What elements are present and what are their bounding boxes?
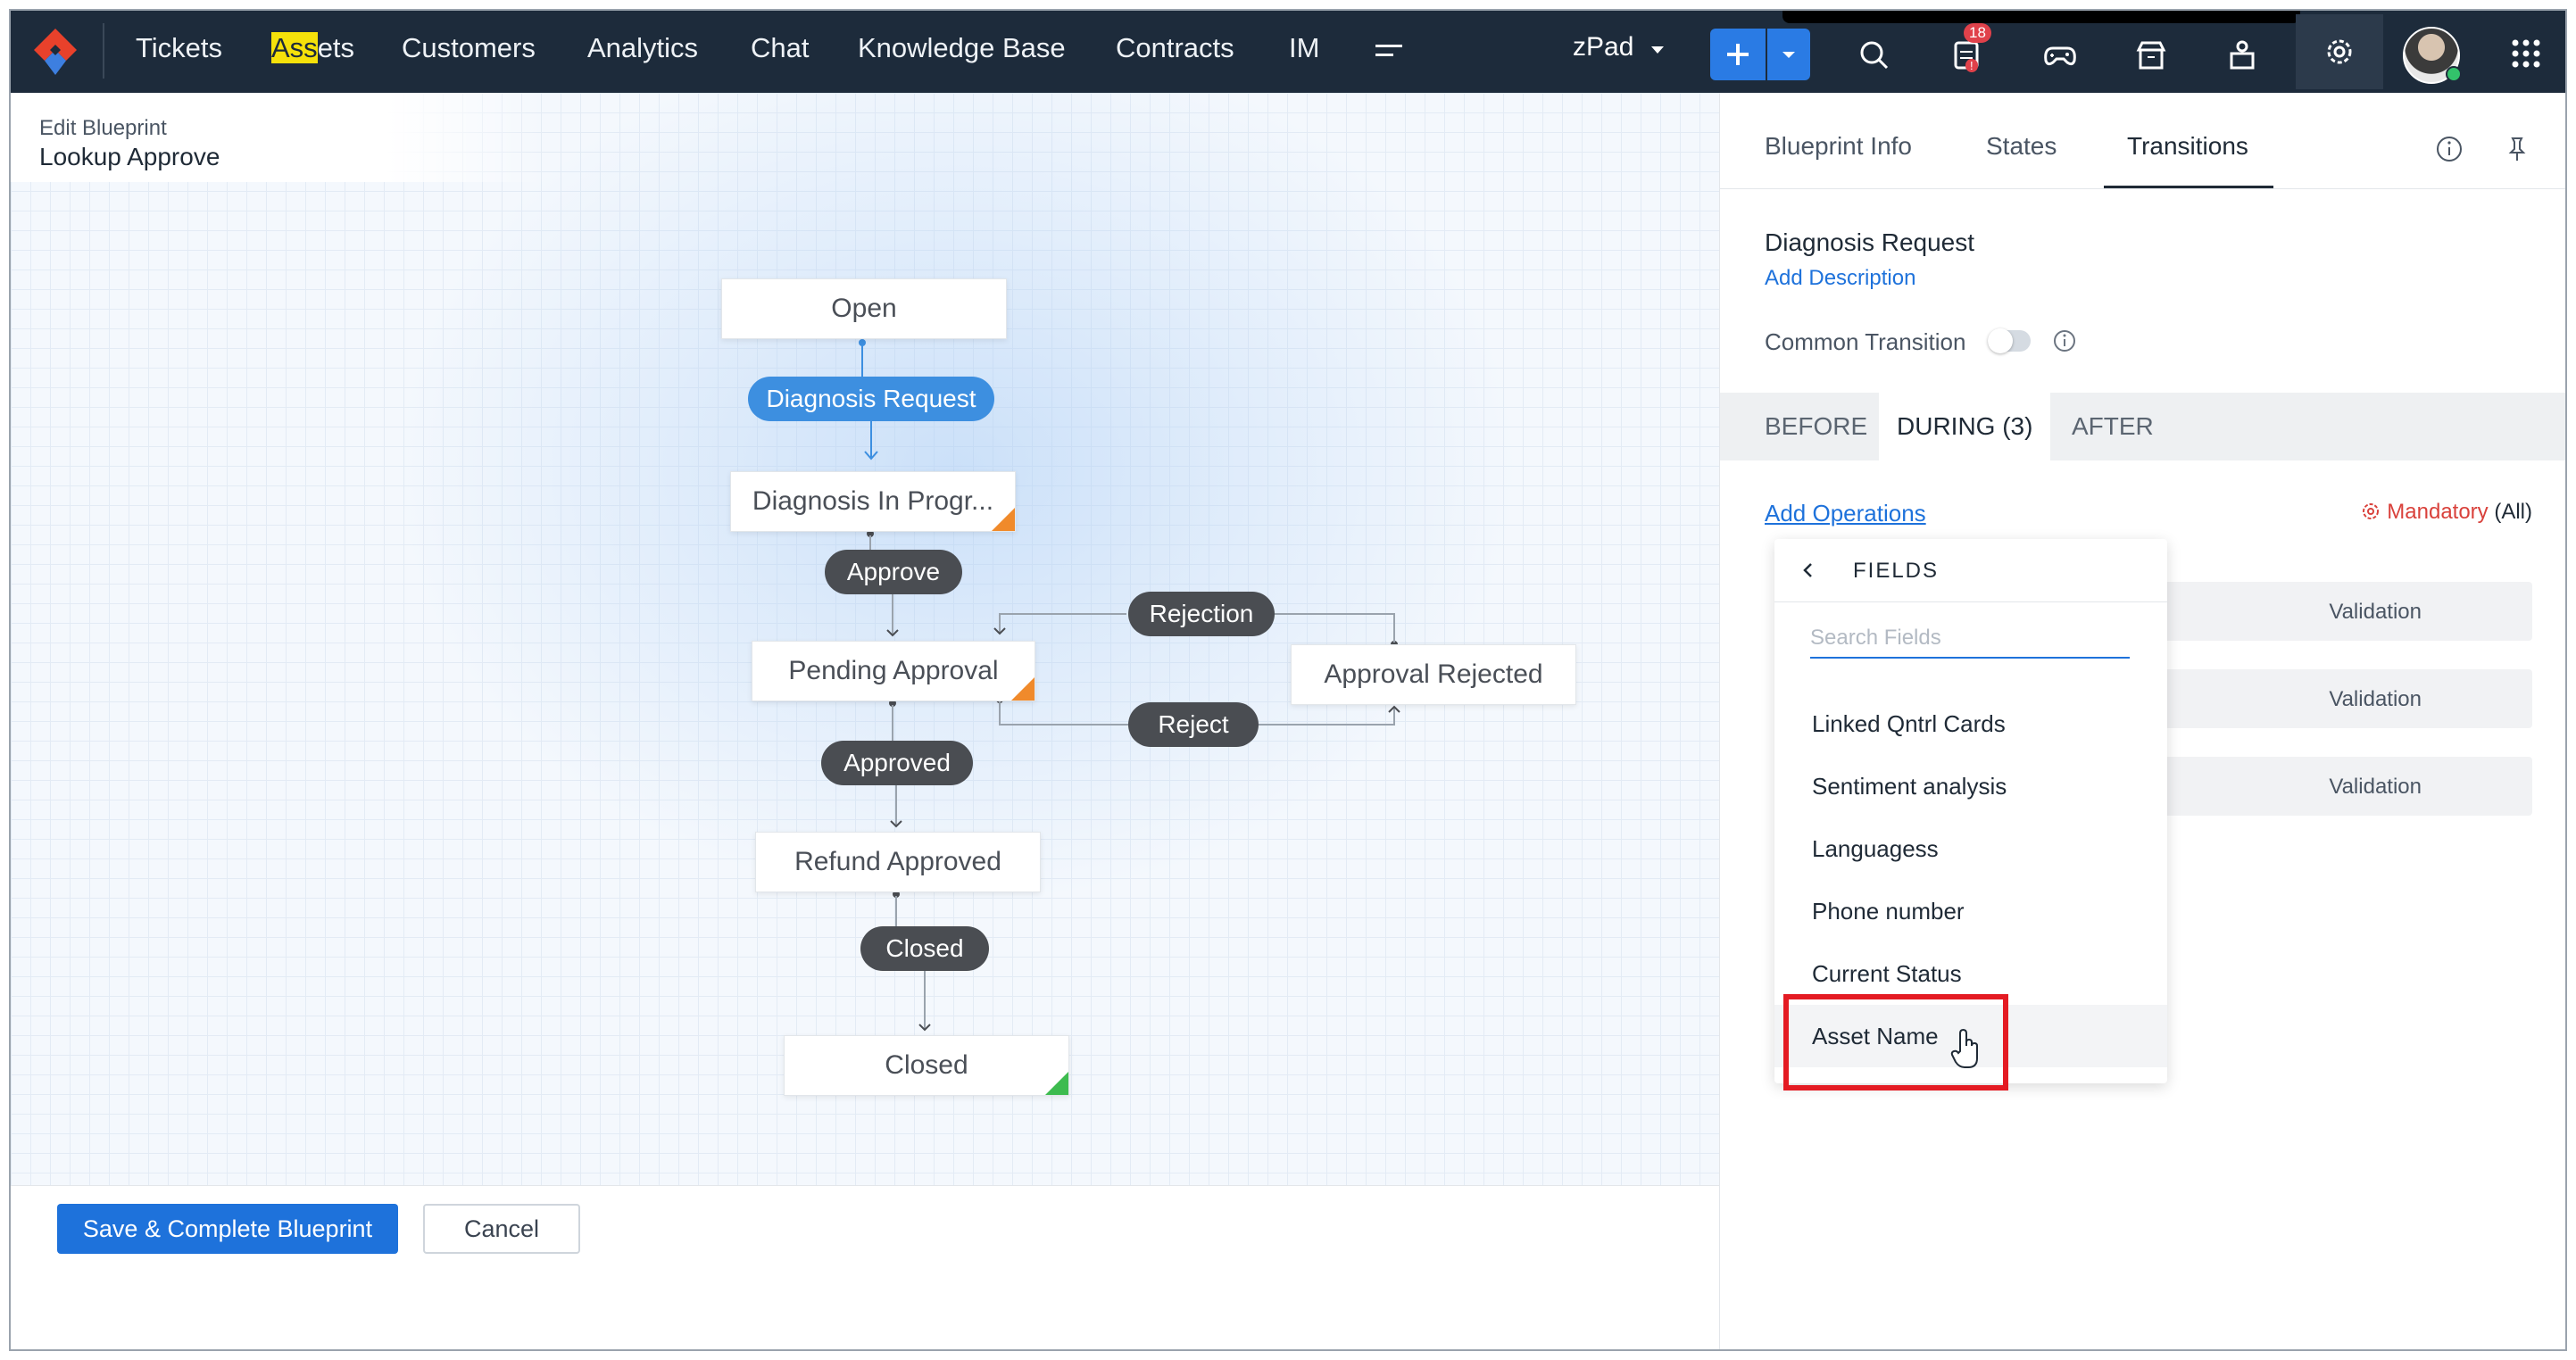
transition-closed[interactable]: Closed (860, 926, 989, 971)
common-transition-toggle[interactable] (1988, 328, 2031, 353)
field-option-label: Sentiment analysis (1812, 773, 2007, 800)
state-approval-rejected[interactable]: Approval Rejected (1291, 644, 1576, 705)
scroll-indicator (2303, 1349, 2481, 1351)
dropdown-title: FIELDS (1853, 559, 1940, 583)
transition-name: Diagnosis Request (1765, 228, 1975, 256)
operation-type: Validation (2329, 775, 2422, 799)
operation-row[interactable]: Validation (2147, 757, 2532, 816)
field-option[interactable]: Languagess (1774, 817, 2167, 880)
alert-badge: ! (1965, 59, 1978, 72)
workspace-selector[interactable]: zPad (1573, 32, 1633, 62)
hand-cursor-icon (1950, 1028, 1978, 1068)
mandatory-scope: (All) (2494, 500, 2532, 524)
dropdown-header: FIELDS (1774, 539, 2167, 602)
state-refund-approved[interactable]: Refund Approved (755, 832, 1041, 892)
search-field[interactable] (1810, 619, 2130, 659)
field-option[interactable]: Phone number (1774, 880, 2167, 942)
gamepad-icon[interactable] (2033, 29, 2087, 82)
common-transition-label: Common Transition (1765, 328, 1966, 355)
pin-icon[interactable] (2502, 134, 2532, 164)
nav-divider (103, 23, 104, 79)
state-label: Diagnosis In Progr... (752, 486, 994, 516)
nav-analytics[interactable]: Analytics (587, 32, 698, 64)
field-option-label: Current Status (1812, 960, 1962, 987)
more-menu-icon[interactable] (1374, 37, 1404, 64)
info-icon[interactable] (2052, 328, 2077, 353)
field-option[interactable]: Linked Qntrl Cards (1774, 692, 2167, 755)
state-open[interactable]: Open (721, 278, 1007, 339)
state-diagnosis-in-progress[interactable]: Diagnosis In Progr... (730, 471, 1016, 532)
transition-approve[interactable]: Approve (825, 550, 962, 594)
app-logo-icon[interactable] (30, 25, 80, 79)
nav-tickets[interactable]: Tickets (136, 32, 222, 64)
search-highlight: Ass (271, 32, 318, 63)
nav-assets-rest: ets (317, 32, 355, 63)
top-navigation: Tickets Assets Customers Analytics Chat … (11, 11, 2565, 93)
blueprint-canvas[interactable]: Edit Blueprint Lookup Approve Open Diagn… (11, 93, 1719, 1260)
marketplace-icon[interactable] (2124, 29, 2178, 82)
nav-chat[interactable]: Chat (751, 32, 809, 64)
mandatory-indicator: Mandatory (All) (2360, 500, 2532, 525)
settings-button[interactable] (2296, 14, 2383, 89)
transition-approved[interactable]: Approved (821, 741, 973, 785)
nav-assets[interactable]: Assets (271, 32, 354, 64)
save-complete-blueprint-button[interactable]: Save & Complete Blueprint (57, 1204, 398, 1254)
stage-tabs: BEFORE DURING (3) AFTER (1720, 393, 2565, 460)
app-window: Tickets Assets Customers Analytics Chat … (9, 9, 2567, 1351)
nav-knowledge-base[interactable]: Knowledge Base (858, 32, 1066, 64)
transition-diagnosis-request[interactable]: Diagnosis Request (748, 377, 994, 421)
tabs-divider (1720, 188, 2565, 189)
apps-grid-icon[interactable] (2510, 37, 2542, 70)
state-type-marker (1011, 677, 1035, 701)
operation-row[interactable]: Validation (2147, 669, 2532, 728)
info-icon[interactable] (2434, 134, 2464, 164)
tab-after[interactable]: AFTER (2072, 393, 2154, 460)
chevron-down-icon[interactable] (1651, 46, 1664, 54)
gear-icon (2363, 503, 2380, 519)
tab-states[interactable]: States (1986, 132, 2057, 161)
add-dropdown-button[interactable] (1767, 29, 1810, 80)
notification-badge: 18 (1964, 23, 1991, 43)
footer-bar: Save & Complete Blueprint Cancel (11, 1185, 1719, 1261)
search-fields-input[interactable] (1810, 619, 2130, 657)
chevron-left-icon[interactable] (1799, 560, 1817, 580)
operation-type: Validation (2329, 687, 2422, 711)
field-option-label: Languagess (1812, 835, 1939, 862)
transition-reject[interactable]: Reject (1128, 702, 1259, 747)
transition-rejection[interactable]: Rejection (1128, 592, 1275, 636)
learning-icon[interactable] (2215, 29, 2269, 82)
state-closed[interactable]: Closed (784, 1035, 1069, 1096)
state-label: Pending Approval (788, 656, 999, 685)
field-option[interactable]: Sentiment analysis (1774, 755, 2167, 817)
mandatory-label: Mandatory (2387, 500, 2489, 524)
operation-row[interactable]: Validation (2147, 582, 2532, 641)
cancel-button[interactable]: Cancel (423, 1204, 580, 1254)
add-description-link[interactable]: Add Description (1765, 266, 1915, 291)
gear-icon (2327, 39, 2352, 64)
field-option-label: Linked Qntrl Cards (1812, 710, 2006, 737)
add-operations-link[interactable]: Add Operations (1765, 500, 1926, 527)
state-type-marker (1045, 1072, 1068, 1095)
tab-transitions[interactable]: Transitions (2127, 132, 2248, 161)
online-status-dot (2446, 66, 2462, 82)
state-type-marker (992, 508, 1015, 531)
state-pending-approval[interactable]: Pending Approval (752, 641, 1035, 701)
screen-notch (1782, 11, 2300, 23)
add-button[interactable] (1710, 29, 1766, 80)
caret-down-icon (1782, 52, 1795, 58)
field-option-label: Phone number (1812, 898, 1965, 925)
toggle-knob (1988, 328, 2013, 353)
tab-during[interactable]: DURING (3) (1879, 393, 2051, 460)
tab-before[interactable]: BEFORE (1765, 393, 1867, 460)
operation-type: Validation (2329, 600, 2422, 624)
search-icon[interactable] (1848, 29, 1901, 82)
nav-im[interactable]: IM (1289, 32, 1319, 64)
nav-customers[interactable]: Customers (402, 32, 536, 64)
state-label: Closed (885, 1050, 968, 1080)
tab-blueprint-info[interactable]: Blueprint Info (1765, 132, 1912, 161)
plus-icon (1727, 44, 1749, 65)
nav-contracts[interactable]: Contracts (1116, 32, 1234, 64)
